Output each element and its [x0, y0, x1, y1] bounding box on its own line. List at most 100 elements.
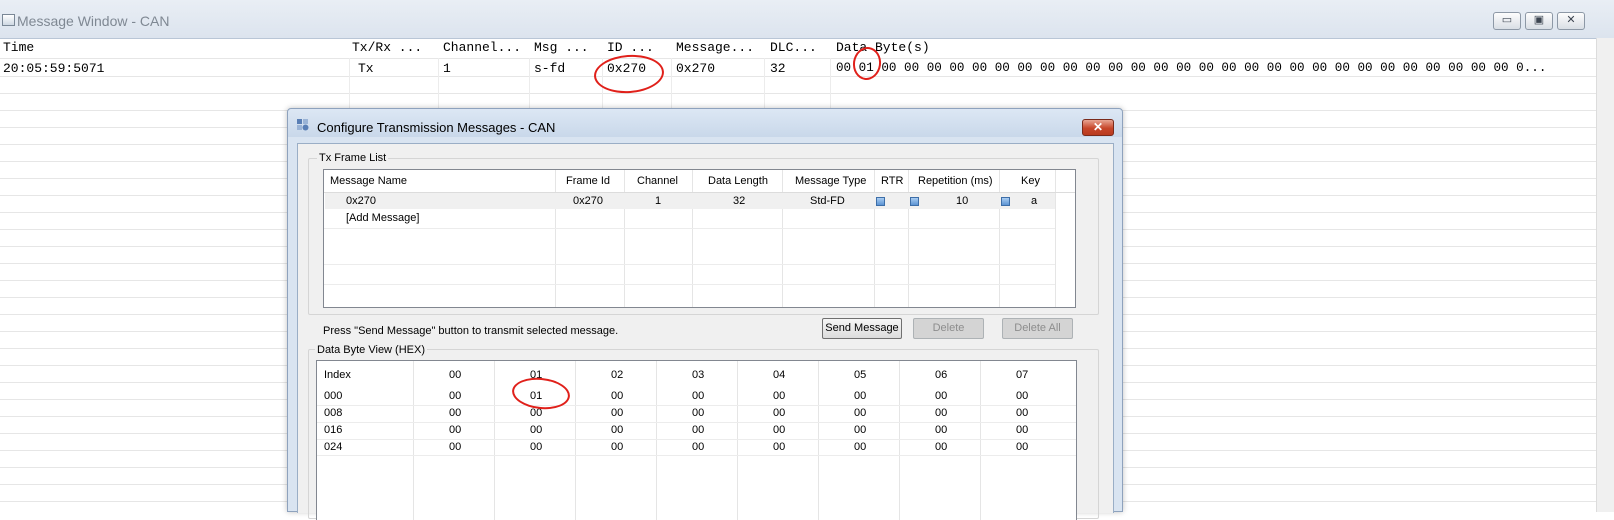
- col-header-message-name[interactable]: Message Name: [330, 170, 407, 192]
- send-message-button[interactable]: Send Message: [822, 318, 902, 339]
- byte-row-index: 024: [324, 441, 343, 453]
- byte-header-05: 05: [854, 369, 867, 381]
- column-divider: [874, 170, 875, 307]
- dialog-app-icon: [297, 119, 309, 131]
- byte-cell[interactable]: 00: [935, 390, 947, 402]
- byte-cell[interactable]: 00: [692, 441, 704, 453]
- grid-line: [0, 58, 1597, 59]
- tx-frame-list-label: Tx Frame List: [317, 152, 389, 164]
- col-header-data-bytes[interactable]: Data Byte(s): [836, 40, 930, 55]
- byte-cell[interactable]: 00: [854, 390, 866, 402]
- row-divider: [317, 439, 1076, 440]
- tx-frame-list[interactable]: Message Name Frame Id Channel Data Lengt…: [323, 169, 1076, 308]
- dialog-titlebar[interactable]: Configure Transmission Messages - CAN ✕: [288, 109, 1122, 137]
- byte-cell[interactable]: 00: [1016, 407, 1028, 419]
- byte-header-07: 07: [1016, 369, 1029, 381]
- minimize-button[interactable]: ▭: [1493, 12, 1521, 30]
- vertical-scrollbar[interactable]: [1596, 38, 1614, 512]
- col-header-key[interactable]: Key: [1021, 170, 1040, 192]
- message-window-title: Message Window - CAN: [17, 13, 170, 29]
- col-header-repetition[interactable]: Repetition (ms): [918, 170, 993, 192]
- col-header-id[interactable]: ID ...: [607, 40, 654, 55]
- col-header-txrx[interactable]: Tx/Rx ...: [352, 40, 422, 55]
- window-icon: [2, 14, 15, 26]
- send-hint-text: Press "Send Message" button to transmit …: [323, 325, 619, 337]
- byte-cell[interactable]: 00: [854, 407, 866, 419]
- row-divider: [317, 455, 1076, 456]
- row-channel: 1: [443, 61, 451, 76]
- close-button[interactable]: ✕: [1557, 12, 1585, 30]
- byte-cell[interactable]: 00: [449, 424, 461, 436]
- byte-cell[interactable]: 00: [854, 424, 866, 436]
- rtr-checkbox[interactable]: [876, 197, 885, 206]
- restore-button[interactable]: ▣: [1525, 12, 1553, 30]
- column-divider: [624, 170, 625, 307]
- dialog-title: Configure Transmission Messages - CAN: [317, 120, 556, 135]
- column-divider: [692, 170, 693, 307]
- column-divider: [555, 170, 556, 307]
- column-divider: [908, 170, 909, 307]
- byte-cell[interactable]: 00: [1016, 441, 1028, 453]
- col-header-message[interactable]: Message...: [676, 40, 754, 55]
- row-frame-id: 0x270: [573, 195, 603, 207]
- row-message: 0x270: [676, 61, 716, 76]
- delete-button[interactable]: Delete: [913, 318, 984, 339]
- row-channel: 1: [655, 195, 662, 207]
- byte-cell[interactable]: 00: [692, 390, 704, 402]
- row-data-length: 32: [733, 195, 746, 207]
- byte-cell[interactable]: 00: [935, 424, 947, 436]
- byte-header-06: 06: [935, 369, 948, 381]
- data-byte-view-label: Data Byte View (HEX): [315, 344, 428, 356]
- byte-row-index: 008: [324, 407, 343, 419]
- byte-cell[interactable]: 00: [773, 407, 785, 419]
- byte-cell[interactable]: 00: [449, 407, 461, 419]
- grid-line: [0, 93, 1597, 94]
- byte-cell[interactable]: 00: [530, 441, 542, 453]
- byte-cell[interactable]: 00: [773, 424, 785, 436]
- byte-cell[interactable]: 00: [773, 441, 785, 453]
- row-time: 20:05:59:5071: [3, 61, 105, 76]
- col-header-channel[interactable]: Channel: [637, 170, 678, 192]
- dialog-close-button[interactable]: ✕: [1082, 119, 1114, 136]
- byte-cell[interactable]: 00: [611, 390, 623, 402]
- column-divider: [782, 170, 783, 307]
- row-message-name: 0x270: [346, 195, 376, 207]
- row-txrx: Tx: [358, 61, 374, 76]
- byte-cell[interactable]: 00: [692, 407, 704, 419]
- byte-cell[interactable]: 01: [530, 390, 542, 402]
- row-key: a: [1031, 195, 1038, 207]
- add-message-item[interactable]: [Add Message]: [346, 212, 419, 224]
- dialog-body: Tx Frame List Message Name Frame Id Chan…: [297, 143, 1114, 520]
- col-header-rtr[interactable]: RTR: [881, 170, 903, 192]
- message-window-titlebar[interactable]: Message Window - CAN ▭ ▣ ✕: [0, 0, 1614, 39]
- byte-cell[interactable]: 00: [935, 441, 947, 453]
- byte-cell[interactable]: 00: [1016, 390, 1028, 402]
- delete-all-button[interactable]: Delete All: [1002, 318, 1073, 339]
- repetition-checkbox[interactable]: [910, 197, 919, 206]
- col-header-msg-type[interactable]: Msg ...: [534, 40, 589, 55]
- data-byte-grid[interactable]: Index 00 01 02 03 04 05 06 07 000 00 01 …: [316, 360, 1077, 520]
- col-header-time[interactable]: Time: [3, 40, 34, 55]
- byte-cell[interactable]: 00: [1016, 424, 1028, 436]
- byte-cell[interactable]: 00: [773, 390, 785, 402]
- column-divider: [737, 361, 738, 520]
- byte-cell[interactable]: 00: [854, 441, 866, 453]
- col-header-dlc[interactable]: DLC...: [770, 40, 817, 55]
- col-header-frame-id[interactable]: Frame Id: [566, 170, 610, 192]
- byte-cell[interactable]: 00: [530, 407, 542, 419]
- column-divider: [575, 361, 576, 520]
- byte-cell[interactable]: 00: [449, 390, 461, 402]
- byte-cell[interactable]: 00: [692, 424, 704, 436]
- byte-cell[interactable]: 00: [935, 407, 947, 419]
- byte-cell[interactable]: 00: [611, 441, 623, 453]
- byte-cell[interactable]: 00: [530, 424, 542, 436]
- key-checkbox[interactable]: [1001, 197, 1010, 206]
- byte-cell[interactable]: 00: [611, 424, 623, 436]
- byte-cell[interactable]: 00: [611, 407, 623, 419]
- col-header-channel[interactable]: Channel...: [443, 40, 521, 55]
- byte-cell[interactable]: 00: [449, 441, 461, 453]
- minimize-icon: ▭: [1501, 14, 1513, 26]
- col-header-message-type[interactable]: Message Type: [795, 170, 866, 192]
- col-header-data-length[interactable]: Data Length: [708, 170, 768, 192]
- column-divider: [494, 361, 495, 520]
